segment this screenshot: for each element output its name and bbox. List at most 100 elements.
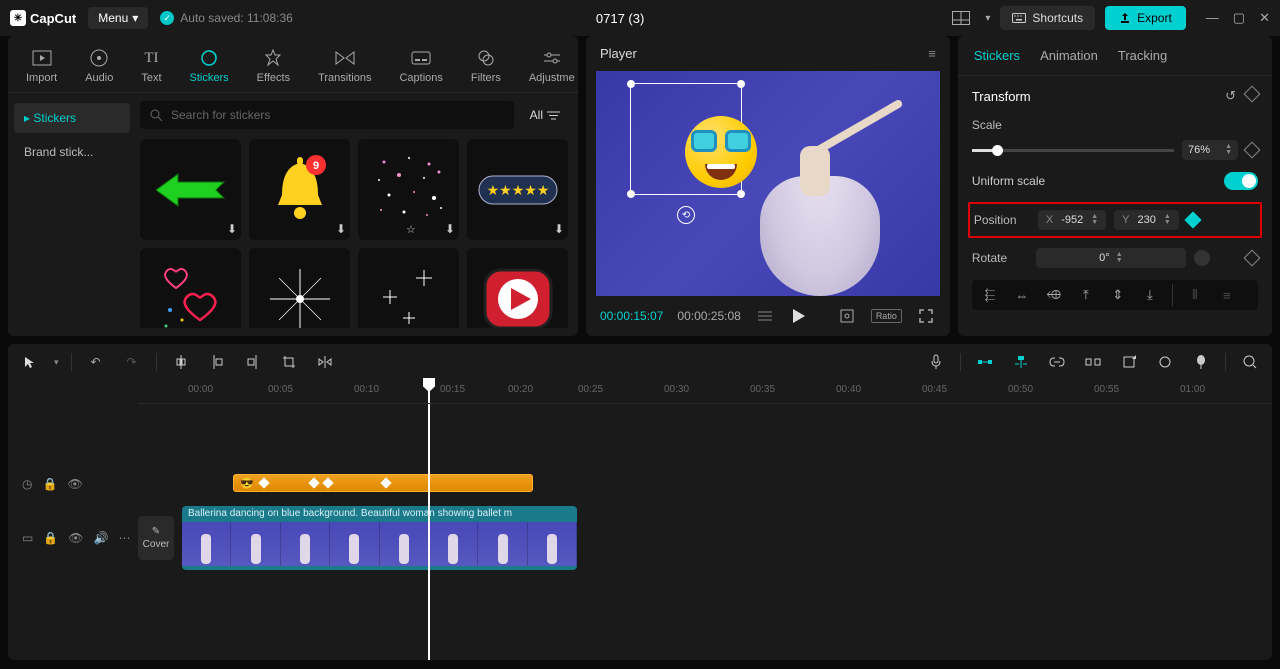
link-icon[interactable] [1045, 350, 1069, 374]
align-left-icon[interactable]: ⬱ [976, 284, 1004, 306]
resize-handle[interactable] [627, 80, 635, 88]
sidebar-item-stickers[interactable]: ▸ Stickers [14, 103, 130, 133]
split-tool[interactable] [169, 350, 193, 374]
align-center-v-icon[interactable]: ⇕ [1104, 284, 1132, 306]
stepper-icon[interactable]: ▲▼ [1164, 214, 1171, 226]
align-right-icon[interactable]: ⬲ [1040, 284, 1068, 306]
sticker-item[interactable]: ⬇ [140, 248, 241, 328]
keyframe-icon[interactable] [1244, 250, 1261, 267]
stepper-icon[interactable]: ▲▼ [1091, 214, 1098, 226]
zoom-fit-icon[interactable] [1238, 350, 1262, 374]
resize-handle[interactable] [627, 190, 635, 198]
align-bottom-icon[interactable]: ⤓ [1136, 284, 1164, 306]
lock-icon[interactable]: 🔒 [42, 477, 57, 491]
keyframe-marker[interactable] [308, 477, 319, 488]
tab-tracking[interactable]: Tracking [1118, 48, 1167, 63]
distribute-h-icon[interactable]: ⫴ [1181, 284, 1209, 306]
sticker-item[interactable]: ★★★★★ ⬇ [467, 139, 568, 240]
position-y-input[interactable]: Y 230 ▲▼ [1114, 210, 1179, 230]
stepper-icon[interactable]: ▲▼ [1225, 144, 1232, 156]
tab-text[interactable]: TIText [127, 44, 175, 92]
resize-handle[interactable] [737, 80, 745, 88]
play-button[interactable] [789, 306, 809, 326]
tab-adjustment[interactable]: Adjustme [515, 44, 589, 92]
minimize-button[interactable]: — [1206, 10, 1219, 26]
download-icon[interactable]: ⬇ [554, 222, 564, 236]
sticker-item[interactable]: ☆ ⬇ [358, 139, 459, 240]
rotate-dial[interactable] [1194, 250, 1210, 266]
mic-icon[interactable] [924, 350, 948, 374]
download-icon[interactable]: ⬇ [336, 222, 346, 236]
eye-icon[interactable]: 👁 [68, 531, 83, 545]
download-icon[interactable]: ⬇ [227, 222, 237, 236]
cover-button[interactable]: ✎ Cover [138, 516, 174, 560]
clock-icon[interactable]: ◷ [22, 477, 32, 491]
selection-tool[interactable] [18, 350, 42, 374]
sticker-item[interactable]: ⬇ [140, 139, 241, 240]
magnet-icon[interactable] [973, 350, 997, 374]
keyframe-marker[interactable] [322, 477, 333, 488]
audio-icon[interactable]: 🔊 [94, 531, 109, 545]
maximize-button[interactable]: ▢ [1233, 10, 1245, 26]
video-clip[interactable]: Ballerina dancing on blue background. Be… [182, 506, 577, 570]
tab-captions[interactable]: Captions [385, 44, 456, 92]
ratio-button[interactable]: Ratio [871, 309, 902, 323]
marker-icon[interactable] [1117, 350, 1141, 374]
scale-slider[interactable] [972, 149, 1174, 152]
keyframe-icon-active[interactable] [1184, 212, 1201, 229]
tab-audio[interactable]: Audio [71, 44, 127, 92]
sticker-clip[interactable]: 😎 [233, 474, 533, 492]
snap-icon[interactable] [1009, 350, 1033, 374]
align-top-icon[interactable]: ⤒ [1072, 284, 1100, 306]
tab-stickers[interactable]: Stickers [176, 44, 243, 92]
rotate-value[interactable]: 0° ▲▼ [1036, 248, 1186, 268]
player-stage[interactable]: ⟲ [596, 71, 940, 296]
balloon-icon[interactable] [1189, 350, 1213, 374]
tab-animation[interactable]: Animation [1040, 48, 1098, 63]
undo-button[interactable]: ↶ [84, 350, 108, 374]
sticker-item[interactable]: 9 ⬇ [249, 139, 350, 240]
reset-icon[interactable]: ↺ [1225, 88, 1236, 104]
close-button[interactable]: ✕ [1259, 10, 1270, 26]
chevron-down-icon[interactable]: ▾ [54, 357, 59, 368]
stepper-icon[interactable]: ▲▼ [1116, 252, 1123, 264]
keyframe-marker[interactable] [258, 477, 269, 488]
player-menu-icon[interactable]: ≡ [928, 46, 936, 61]
playhead-line[interactable] [428, 404, 430, 660]
tab-import[interactable]: Import [12, 44, 71, 92]
eye-icon[interactable]: 👁 [67, 477, 82, 491]
video-icon[interactable]: ▭ [22, 531, 33, 545]
filter-all-button[interactable]: All [522, 102, 568, 128]
trim-left-tool[interactable] [205, 350, 229, 374]
shortcuts-button[interactable]: Shortcuts [1000, 6, 1095, 30]
sticker-item[interactable]: ⬇ [249, 248, 350, 328]
rotate-handle[interactable]: ⟲ [677, 206, 695, 224]
scale-icon[interactable] [837, 306, 857, 326]
playhead[interactable] [428, 380, 430, 403]
distribute-v-icon[interactable]: ≡ [1213, 284, 1241, 306]
redo-button[interactable]: ↷ [120, 350, 144, 374]
list-icon[interactable] [755, 306, 775, 326]
scale-value[interactable]: 76% ▲▼ [1182, 140, 1238, 160]
download-icon[interactable]: ⬇ [445, 222, 455, 236]
uniform-scale-toggle[interactable] [1224, 172, 1258, 190]
selection-box[interactable]: ⟲ [630, 83, 742, 195]
more-icon[interactable]: ⋯ [118, 531, 130, 545]
preview-icon[interactable] [1081, 350, 1105, 374]
position-x-input[interactable]: X -952 ▲▼ [1038, 210, 1106, 230]
sticker-item[interactable]: ⬇ [467, 248, 568, 328]
search-input[interactable]: Search for stickers [140, 101, 514, 129]
sticker-item[interactable]: ⬇ [358, 248, 459, 328]
menu-button[interactable]: Menu ▾ [88, 7, 148, 29]
tab-stickers-props[interactable]: Stickers [974, 48, 1020, 63]
mirror-tool[interactable] [313, 350, 337, 374]
sidebar-item-brand[interactable]: Brand stick... [14, 137, 130, 167]
keyframe-marker[interactable] [380, 477, 391, 488]
circle-icon[interactable] [1153, 350, 1177, 374]
tab-effects[interactable]: Effects [243, 44, 304, 92]
layout-icon[interactable] [947, 6, 975, 30]
trim-right-tool[interactable] [241, 350, 265, 374]
fullscreen-icon[interactable] [916, 306, 936, 326]
lock-icon[interactable]: 🔒 [43, 531, 58, 545]
crop-tool[interactable] [277, 350, 301, 374]
